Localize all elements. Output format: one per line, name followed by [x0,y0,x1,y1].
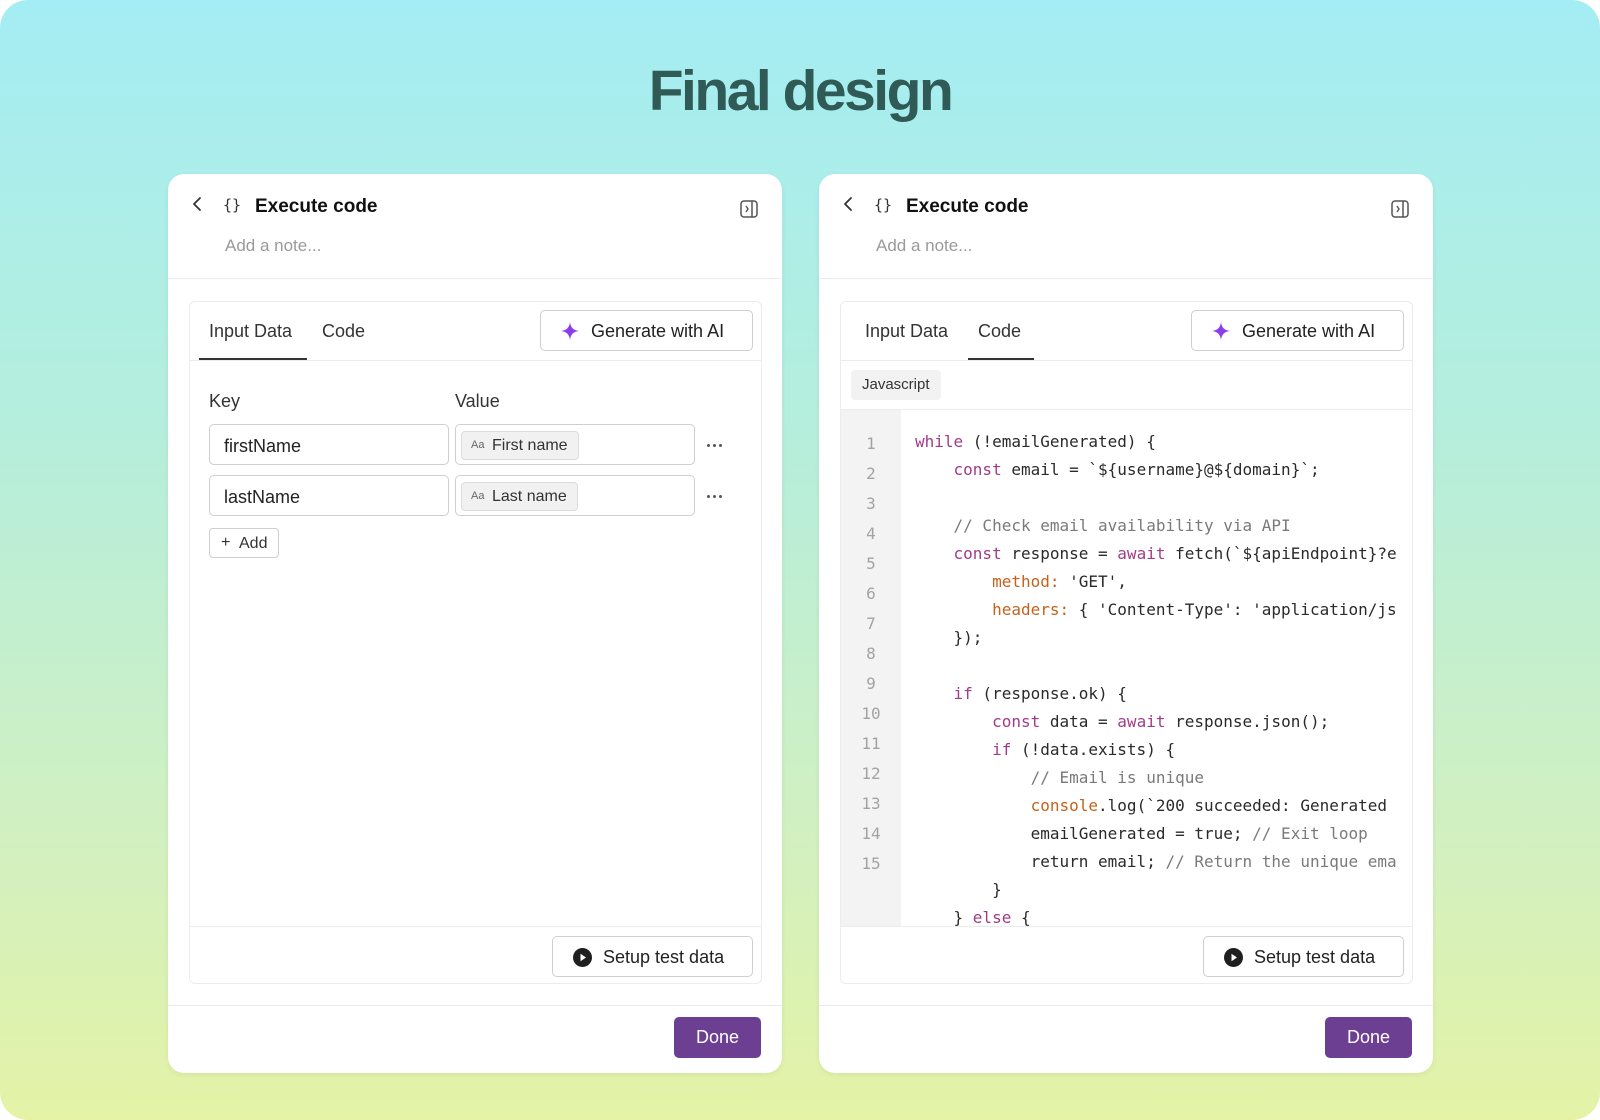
config-card: Input Data Code Generate with AI Javascr… [840,301,1413,984]
variable-chip[interactable]: Aa First name [461,431,579,460]
code-braces-icon: {} [223,196,242,214]
panel-title: Execute code [255,196,378,217]
code-line: while (!emailGenerated) { [915,432,1156,451]
tab-input-data[interactable]: Input Data [865,321,948,342]
text-type-icon: Aa [471,439,485,451]
tab-input-data[interactable]: Input Data [209,321,292,342]
active-tab-indicator [968,358,1034,360]
key-value: firstName [224,436,302,456]
divider [841,926,1412,927]
line-number-gutter: 1 2 3 4 5 6 7 8 9 10 11 12 13 14 15 [841,410,901,926]
code-line: console.log(`200 succeeded: Generated [1030,796,1388,815]
line-number: 5 [866,554,876,573]
line-number: 14 [861,824,881,843]
note-input[interactable]: Add a note... [225,236,321,256]
execute-code-panel-input: {} Execute code Add a note... Input Data… [168,174,782,1073]
line-number: 15 [861,854,881,873]
value-field[interactable]: Aa First name [455,424,695,465]
chevron-left-icon[interactable] [839,194,859,214]
line-number: 4 [866,524,876,543]
tab-bar: Input Data Code Generate with AI [841,302,1412,361]
sparkle-icon [1212,322,1230,340]
chip-label: Last name [492,488,567,505]
code-braces-icon: {} [874,196,893,214]
language-selector[interactable]: Javascript [851,370,941,400]
done-button[interactable]: Done [674,1017,761,1058]
setup-test-data-button[interactable]: Setup test data [1203,936,1404,977]
note-input[interactable]: Add a note... [876,236,972,256]
chip-label: First name [492,437,568,454]
key-value: lastName [224,487,301,507]
value-column-header: Value [455,391,500,411]
setup-label: Setup test data [1254,947,1376,967]
panel-toggle-icon[interactable] [1391,200,1409,218]
code-line: if (!data.exists) { [992,740,1176,759]
line-number: 7 [866,614,876,633]
line-number: 2 [866,464,876,483]
more-dots-icon[interactable] [704,488,728,504]
code-line: if (response.ok) { [953,684,1127,703]
line-number: 1 [866,434,876,453]
variable-chip[interactable]: Aa Last name [461,482,578,511]
setup-label: Setup test data [603,947,725,967]
chevron-left-icon[interactable] [188,194,208,214]
generate-with-ai-button[interactable]: Generate with AI [540,310,753,351]
divider [168,1005,782,1006]
divider [190,926,761,927]
canvas: Final design {} Execute code Add a note.… [0,0,1600,1120]
done-button[interactable]: Done [1325,1017,1412,1058]
line-number: 11 [861,734,881,753]
code-line: const email = `${username}@${domain}`; [953,460,1320,479]
code-line: // Check email availability via API [953,516,1291,535]
code-line: headers: { 'Content-Type': 'application/… [992,600,1397,619]
code-line: // Email is unique [1030,768,1204,787]
code-line: }); [915,628,983,647]
panel-title: Execute code [906,196,1029,217]
divider [168,278,782,279]
line-number: 10 [861,704,881,723]
active-tab-indicator [199,358,307,360]
divider [819,278,1433,279]
text-type-icon: Aa [471,490,485,502]
line-number: 12 [861,764,881,783]
generate-label: Generate with AI [1242,321,1376,341]
sparkle-icon [561,322,579,340]
tab-code[interactable]: Code [322,321,365,342]
play-circle-icon [573,948,592,967]
more-dots-icon[interactable] [704,437,728,453]
code-line: const data = await response.json(); [992,712,1330,731]
tab-code[interactable]: Code [978,321,1021,342]
page-title: Final design [648,59,954,123]
line-number: 8 [866,644,876,663]
code-line: method: 'GET', [992,572,1127,591]
generate-with-ai-button[interactable]: Generate with AI [1191,310,1404,351]
code-line: } [915,880,1002,899]
add-row-button[interactable]: + Add [209,528,279,558]
code-line: const response = await fetch(`${apiEndpo… [953,544,1397,563]
generate-label: Generate with AI [591,321,725,341]
key-column-header: Key [209,391,241,411]
code-line: return email; // Return the unique ema [915,852,1397,871]
line-number: 13 [861,794,881,813]
line-number: 9 [866,674,876,693]
panel-toggle-icon[interactable] [740,200,758,218]
config-card: Input Data Code Generate with AI Key Val… [189,301,762,984]
setup-test-data-button[interactable]: Setup test data [552,936,753,977]
add-label: Add [239,535,268,552]
code-content: while (!emailGenerated) { const email = … [915,410,1412,926]
key-field[interactable]: firstName [209,424,449,465]
execute-code-panel-code: {} Execute code Add a note... Input Data… [819,174,1433,1073]
code-line: emailGenerated = true; // Exit loop [915,824,1368,843]
plus-icon: + [221,534,231,551]
code-line: } else { [915,908,1031,926]
line-number: 6 [866,584,876,603]
divider [819,1005,1433,1006]
code-editor[interactable]: 1 2 3 4 5 6 7 8 9 10 11 12 13 14 15 whil… [841,409,1412,926]
line-number: 3 [866,494,876,513]
tab-bar: Input Data Code Generate with AI [190,302,761,361]
key-field[interactable]: lastName [209,475,449,516]
value-field[interactable]: Aa Last name [455,475,695,516]
play-circle-icon [1224,948,1243,967]
